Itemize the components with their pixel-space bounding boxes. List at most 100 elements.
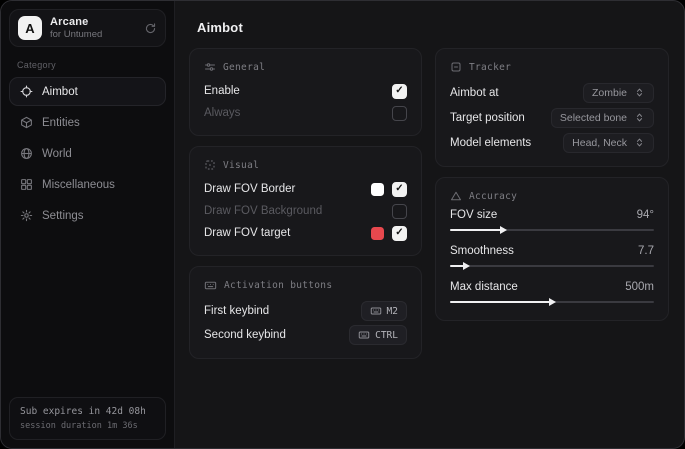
activation-header: Activation buttons (204, 279, 407, 292)
box-minus-icon (450, 61, 462, 73)
section-title: General (223, 62, 265, 73)
max-distance-slider[interactable] (450, 297, 654, 306)
section-title: Visual (223, 160, 259, 171)
keybind-value: M2 (387, 306, 398, 317)
brand-subtitle: for Untumed (50, 29, 102, 40)
app-window: A Arcane for Untumed Category Aimbot Ent… (0, 0, 685, 449)
slider-thumb[interactable] (549, 298, 556, 306)
section-title: Activation buttons (224, 280, 332, 291)
sidebar-item-world[interactable]: World (9, 139, 166, 168)
general-header: General (204, 61, 407, 73)
sidebar-item-label: Aimbot (42, 86, 78, 98)
fov-size-slider[interactable] (450, 225, 654, 234)
smoothness-slider[interactable] (450, 261, 654, 270)
grid-icon (20, 178, 33, 191)
general-card: General Enable Always (189, 48, 422, 136)
cube-icon (20, 116, 33, 129)
keyboard-icon (358, 329, 370, 341)
brand-card: A Arcane for Untumed (9, 9, 166, 47)
left-column: General Enable Always (189, 48, 422, 359)
sidebar-item-aimbot[interactable]: Aimbot (9, 77, 166, 106)
setting-label: Model elements (450, 137, 531, 149)
sliders-icon (204, 61, 216, 73)
section-title: Tracker (469, 62, 511, 73)
slider-row: Max distance 500m (450, 281, 654, 306)
setting-label: Target position (450, 112, 525, 124)
setting-row: Draw FOV Background (204, 200, 407, 222)
setting-row: Always (204, 102, 407, 124)
right-column: Tracker Aimbot at Zombie (435, 48, 669, 321)
setting-row: Model elements Head, Neck (450, 130, 654, 155)
setting-label: Aimbot at (450, 87, 499, 99)
globe-icon (20, 147, 33, 160)
activation-card: Activation buttons First keybind M2 (189, 266, 422, 359)
session-duration: session duration 1m 36s (20, 421, 155, 431)
model-elements-dropdown[interactable]: Head, Neck (563, 133, 654, 153)
main-content: Aimbot General Enable (175, 1, 684, 448)
slider-thumb[interactable] (463, 262, 470, 270)
target-position-dropdown[interactable]: Selected bone (551, 108, 654, 128)
setting-row: Aimbot at Zombie (450, 80, 654, 105)
page-title: Aimbot (197, 20, 672, 35)
dropdown-value: Head, Neck (572, 137, 627, 149)
keybind-value: CTRL (375, 330, 398, 341)
always-checkbox[interactable] (392, 106, 407, 121)
focus-icon (204, 159, 216, 171)
slider-label: FOV size (450, 209, 497, 221)
slider-row: FOV size 94° (450, 209, 654, 234)
setting-row: Second keybind CTRL (204, 323, 407, 347)
accuracy-card: Accuracy FOV size 94° (435, 177, 669, 321)
slider-value: 94° (637, 209, 654, 221)
first-keybind-button[interactable]: M2 (361, 301, 407, 321)
setting-label: Always (204, 107, 240, 119)
subscription-expiry: Sub expires in 42d 08h (20, 406, 155, 417)
sidebar: A Arcane for Untumed Category Aimbot Ent… (1, 1, 175, 448)
dropdown-value: Zombie (592, 87, 627, 99)
setting-label: Draw FOV target (204, 227, 290, 239)
sidebar-item-label: Miscellaneous (42, 179, 115, 191)
accuracy-header: Accuracy (450, 190, 654, 202)
tracker-header: Tracker (450, 61, 654, 73)
second-keybind-button[interactable]: CTRL (349, 325, 407, 345)
gear-icon (20, 209, 33, 222)
crosshair-icon (20, 85, 33, 98)
chevrons-up-down-icon (634, 112, 645, 123)
color-swatch[interactable] (371, 183, 384, 196)
slider-row: Smoothness 7.7 (450, 245, 654, 270)
slider-fill (450, 229, 503, 231)
setting-row: Draw FOV target (204, 222, 407, 244)
slider-value: 500m (625, 281, 654, 293)
visual-card: Visual Draw FOV Border Draw FOV Backgrou… (189, 146, 422, 256)
setting-row: Target position Selected bone (450, 105, 654, 130)
slider-track (450, 265, 654, 267)
refresh-icon[interactable] (144, 22, 157, 35)
aimbot-at-dropdown[interactable]: Zombie (583, 83, 654, 103)
slider-value: 7.7 (638, 245, 654, 257)
keyboard-icon (204, 279, 217, 292)
sidebar-item-entities[interactable]: Entities (9, 108, 166, 137)
setting-label: Draw FOV Background (204, 205, 322, 217)
brand-text: Arcane for Untumed (50, 16, 102, 40)
sidebar-item-miscellaneous[interactable]: Miscellaneous (9, 170, 166, 199)
chevrons-up-down-icon (634, 87, 645, 98)
slider-label: Smoothness (450, 245, 514, 257)
slider-label: Max distance (450, 281, 518, 293)
triangle-icon (450, 190, 462, 202)
setting-row: Draw FOV Border (204, 178, 407, 200)
fov-border-checkbox[interactable] (392, 182, 407, 197)
sidebar-item-label: World (42, 148, 72, 160)
setting-row: First keybind M2 (204, 299, 407, 323)
brand-logo: A (18, 16, 42, 40)
brand-name: Arcane (50, 16, 102, 28)
section-title: Accuracy (469, 191, 517, 202)
setting-label: Draw FOV Border (204, 183, 295, 195)
color-swatch[interactable] (371, 227, 384, 240)
subscription-card: Sub expires in 42d 08h session duration … (9, 397, 166, 440)
sidebar-item-settings[interactable]: Settings (9, 201, 166, 230)
setting-label: Enable (204, 85, 240, 97)
slider-thumb[interactable] (500, 226, 507, 234)
tracker-card: Tracker Aimbot at Zombie (435, 48, 669, 167)
fov-target-checkbox[interactable] (392, 226, 407, 241)
enable-checkbox[interactable] (392, 84, 407, 99)
fov-background-checkbox[interactable] (392, 204, 407, 219)
